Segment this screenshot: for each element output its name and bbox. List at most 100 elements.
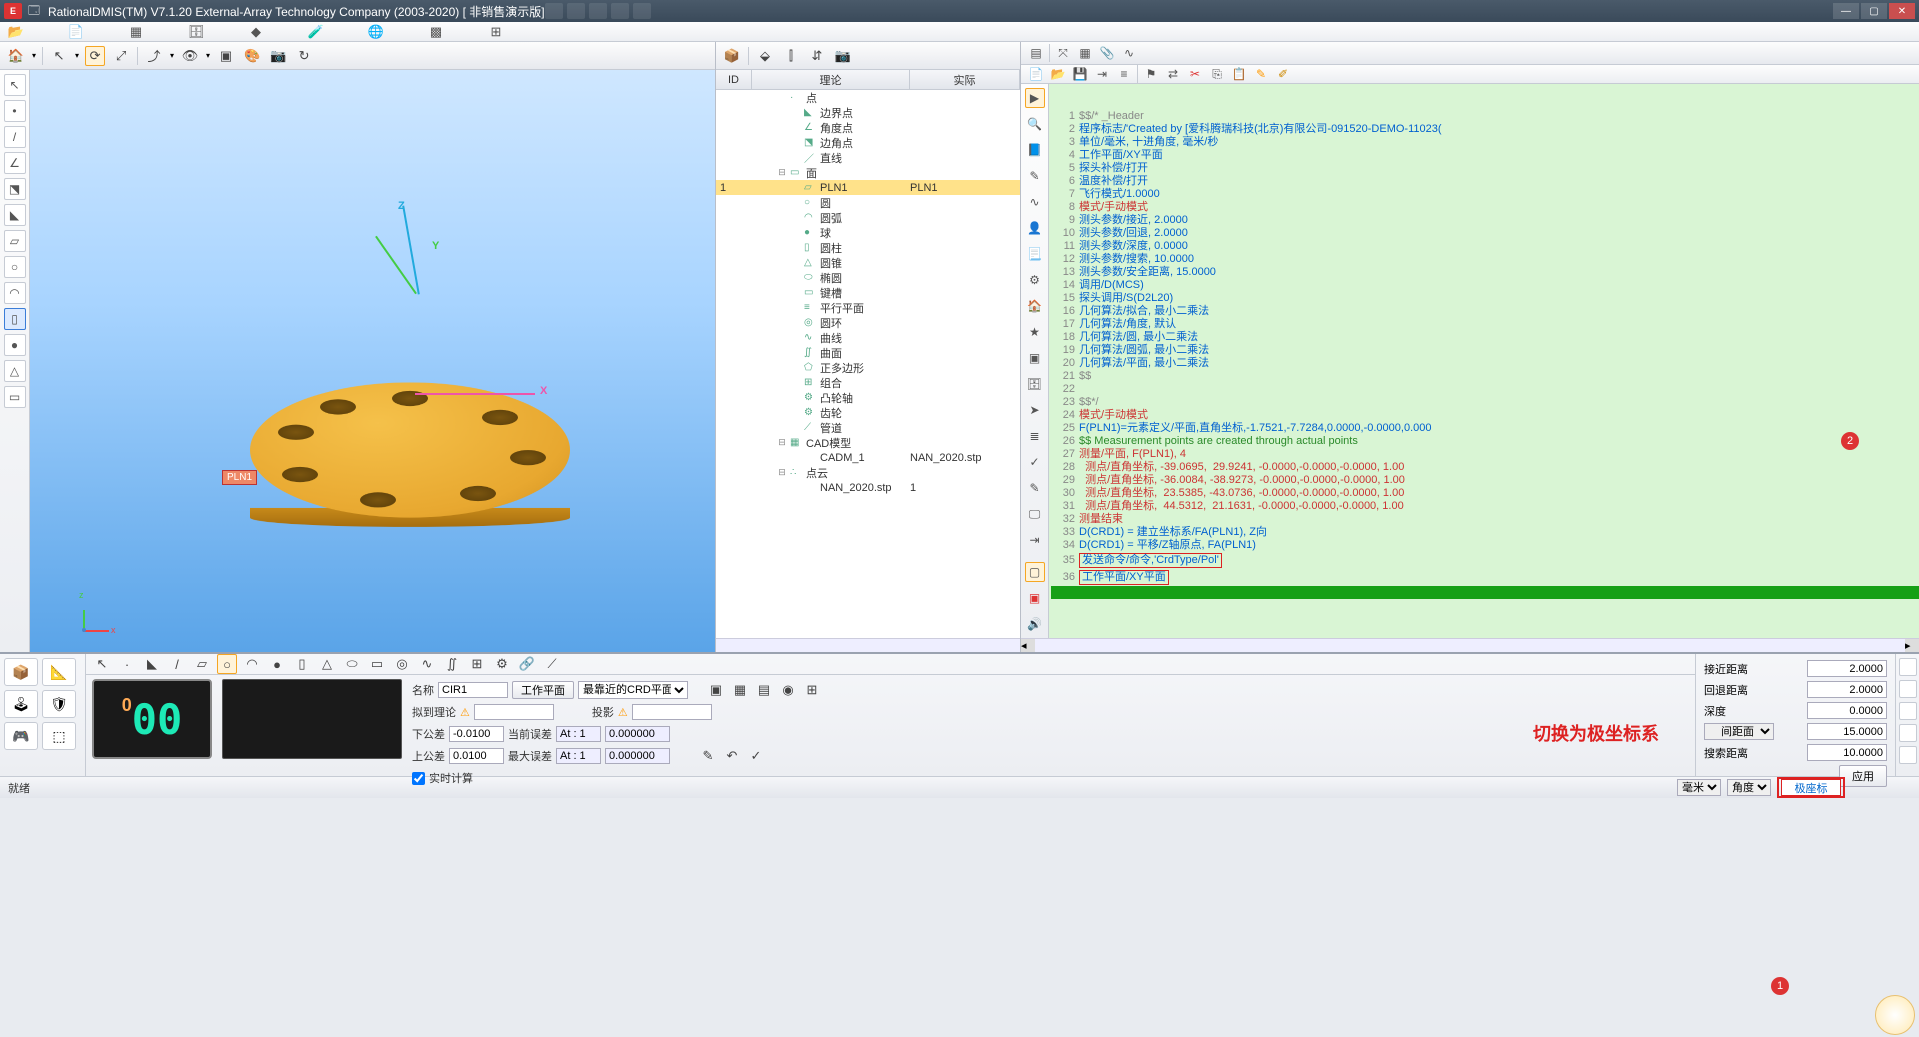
layout-icon[interactable]: ⊞ [488, 24, 504, 40]
minimize-button[interactable]: — [1833, 3, 1859, 19]
tree-row[interactable]: ·点 [716, 90, 1020, 105]
mascot-icon[interactable] [1875, 995, 1915, 1035]
tool-circle-icon[interactable]: ○ [4, 256, 26, 278]
db2-icon[interactable]: 🗄 [1025, 374, 1045, 394]
pl-icon[interactable]: ▱ [192, 654, 212, 674]
rows-icon[interactable]: ≣ [1025, 426, 1045, 446]
cursor-icon[interactable]: ↖ [49, 46, 69, 66]
tree-row[interactable]: ▯圆柱 [716, 240, 1020, 255]
sort-icon[interactable]: ⇵ [807, 46, 827, 66]
slot-icon[interactable]: ▭ [367, 654, 387, 674]
srf-icon[interactable]: ∬ [442, 654, 462, 674]
sel-icon[interactable]: ↖ [92, 654, 112, 674]
tree-row[interactable]: ∠角度点 [716, 120, 1020, 135]
edit2-icon[interactable]: ✎ [1025, 478, 1045, 498]
tree-row[interactable]: ○圆 [716, 195, 1020, 210]
doc-icon[interactable]: 📄 [68, 24, 84, 40]
cyl-icon[interactable]: ▯ [292, 654, 312, 674]
tree-row[interactable]: NAN_2020.stp1 [716, 480, 1020, 495]
tool-cone-icon[interactable]: △ [4, 360, 26, 382]
tree-row[interactable]: ≡平行平面 [716, 300, 1020, 315]
depth-input[interactable] [1807, 702, 1887, 719]
open-icon[interactable]: 📂 [8, 24, 24, 40]
undo-icon[interactable]: ↶ [722, 746, 742, 766]
fr-icon[interactable] [1899, 702, 1917, 720]
opt5-icon[interactable]: ⊞ [802, 680, 822, 700]
edit-icon[interactable]: ✎ [1025, 166, 1045, 186]
tree-row[interactable]: ⊞组合 [716, 375, 1020, 390]
maximize-button[interactable]: ▢ [1861, 3, 1887, 19]
tree-row[interactable]: ⚙凸轮轴 [716, 390, 1020, 405]
save-icon[interactable]: 💾 [1071, 65, 1089, 83]
ring-icon[interactable]: ◎ [392, 654, 412, 674]
approach-input[interactable] [1807, 660, 1887, 677]
fit-input[interactable] [474, 704, 554, 720]
screen-icon[interactable]: 🖵 [1025, 504, 1045, 524]
gear-icon[interactable]: ⚙ [1025, 270, 1045, 290]
fr-icon[interactable] [1899, 680, 1917, 698]
realtime-checkbox[interactable] [412, 772, 425, 785]
titlebar-icon[interactable] [633, 3, 651, 19]
cube3-icon[interactable]: ▦ [1076, 44, 1094, 62]
tree-row[interactable]: ⬠正多边形 [716, 360, 1020, 375]
pen2-icon[interactable]: ✎ [698, 746, 718, 766]
cut-icon[interactable]: ✂ [1186, 65, 1204, 83]
link-icon[interactable]: 🔗 [517, 654, 537, 674]
tool-corner-icon[interactable]: ⬔ [4, 178, 26, 200]
tool-arc-icon[interactable]: ◠ [4, 282, 26, 304]
gap-select[interactable]: 间距面 [1704, 723, 1774, 740]
tool-point-icon[interactable]: • [4, 100, 26, 122]
list-icon[interactable]: ▤ [1027, 44, 1045, 62]
close-button[interactable]: ✕ [1889, 3, 1915, 19]
unit-length-select[interactable]: 毫米 [1677, 779, 1721, 796]
db-icon[interactable]: 🗄 [188, 24, 204, 40]
eye-icon[interactable]: 👁 [180, 46, 200, 66]
person-icon[interactable]: 👤 [1025, 218, 1045, 238]
tree-body[interactable]: ·点◣边界点∠角度点⬔边角点／直线⊟▭面1▱PLN1PLN1○圆◠圆弧●球▯圆柱… [716, 90, 1020, 638]
tool-slot-icon[interactable]: ▭ [4, 386, 26, 408]
axis-icon[interactable]: ⤴ [144, 46, 164, 66]
3d-viewport[interactable]: Z Y X PLN1 z x [30, 70, 715, 652]
name-input[interactable] [438, 682, 508, 698]
coord-type-input[interactable] [1781, 779, 1841, 796]
joystick-icon[interactable]: 🕹 [4, 690, 38, 718]
tree-row[interactable]: ∿曲线 [716, 330, 1020, 345]
home-icon[interactable]: 🏠 [6, 46, 26, 66]
clip-icon[interactable]: 📎 [1098, 44, 1116, 62]
tree-row[interactable]: ／直线 [716, 150, 1020, 165]
unit-angle-select[interactable]: 角度 [1727, 779, 1771, 796]
vol-icon[interactable]: 🔊 [1025, 614, 1045, 634]
tree-row[interactable]: ◣边界点 [716, 105, 1020, 120]
pipe-icon[interactable]: ⟋ [542, 654, 562, 674]
code-editor[interactable]: 1$$/* _Header2程序标志/'Created by [爱科腾瑞科技(北… [1049, 84, 1919, 638]
find-icon[interactable]: 🔍 [1025, 114, 1045, 134]
tree-row[interactable]: ◎圆环 [716, 315, 1020, 330]
titlebar-icon[interactable] [545, 3, 563, 19]
tree-row[interactable]: 1▱PLN1PLN1 [716, 180, 1020, 195]
arrows-icon[interactable]: ⇄ [1164, 65, 1182, 83]
tree-row[interactable]: ⟋管道 [716, 420, 1020, 435]
paste-icon[interactable]: 📋 [1230, 65, 1248, 83]
run-icon[interactable]: ▶ [1025, 88, 1045, 108]
code-hscroll[interactable]: ◂▸ [1021, 638, 1919, 652]
proj-input[interactable] [632, 704, 712, 720]
book-icon[interactable]: 📘 [1025, 140, 1045, 160]
tree-row[interactable]: ⬭椭圆 [716, 270, 1020, 285]
tool-line-icon[interactable]: / [4, 126, 26, 148]
snapshot-icon[interactable]: 📷 [268, 46, 288, 66]
feature-icon[interactable]: ⬙ [755, 46, 775, 66]
tree-row[interactable]: ◠圆弧 [716, 210, 1020, 225]
pt-icon[interactable]: · [117, 654, 137, 674]
search-input[interactable] [1807, 744, 1887, 761]
lower-tol-input[interactable] [449, 726, 504, 742]
axes-icon[interactable]: ⤧ [1054, 44, 1072, 62]
col-actual[interactable]: 实际 [910, 70, 1020, 89]
tool-sphere-icon[interactable]: ● [4, 334, 26, 356]
opt1-icon[interactable]: ▣ [706, 680, 726, 700]
col-theory[interactable]: 理论 [752, 70, 910, 89]
opt4-icon[interactable]: ◉ [778, 680, 798, 700]
highlight-icon[interactable]: ✎ [1252, 65, 1270, 83]
probe-icon[interactable]: 🧪 [308, 24, 324, 40]
crv-icon[interactable]: ∿ [417, 654, 437, 674]
tool-cursor-icon[interactable]: ↖ [4, 74, 26, 96]
